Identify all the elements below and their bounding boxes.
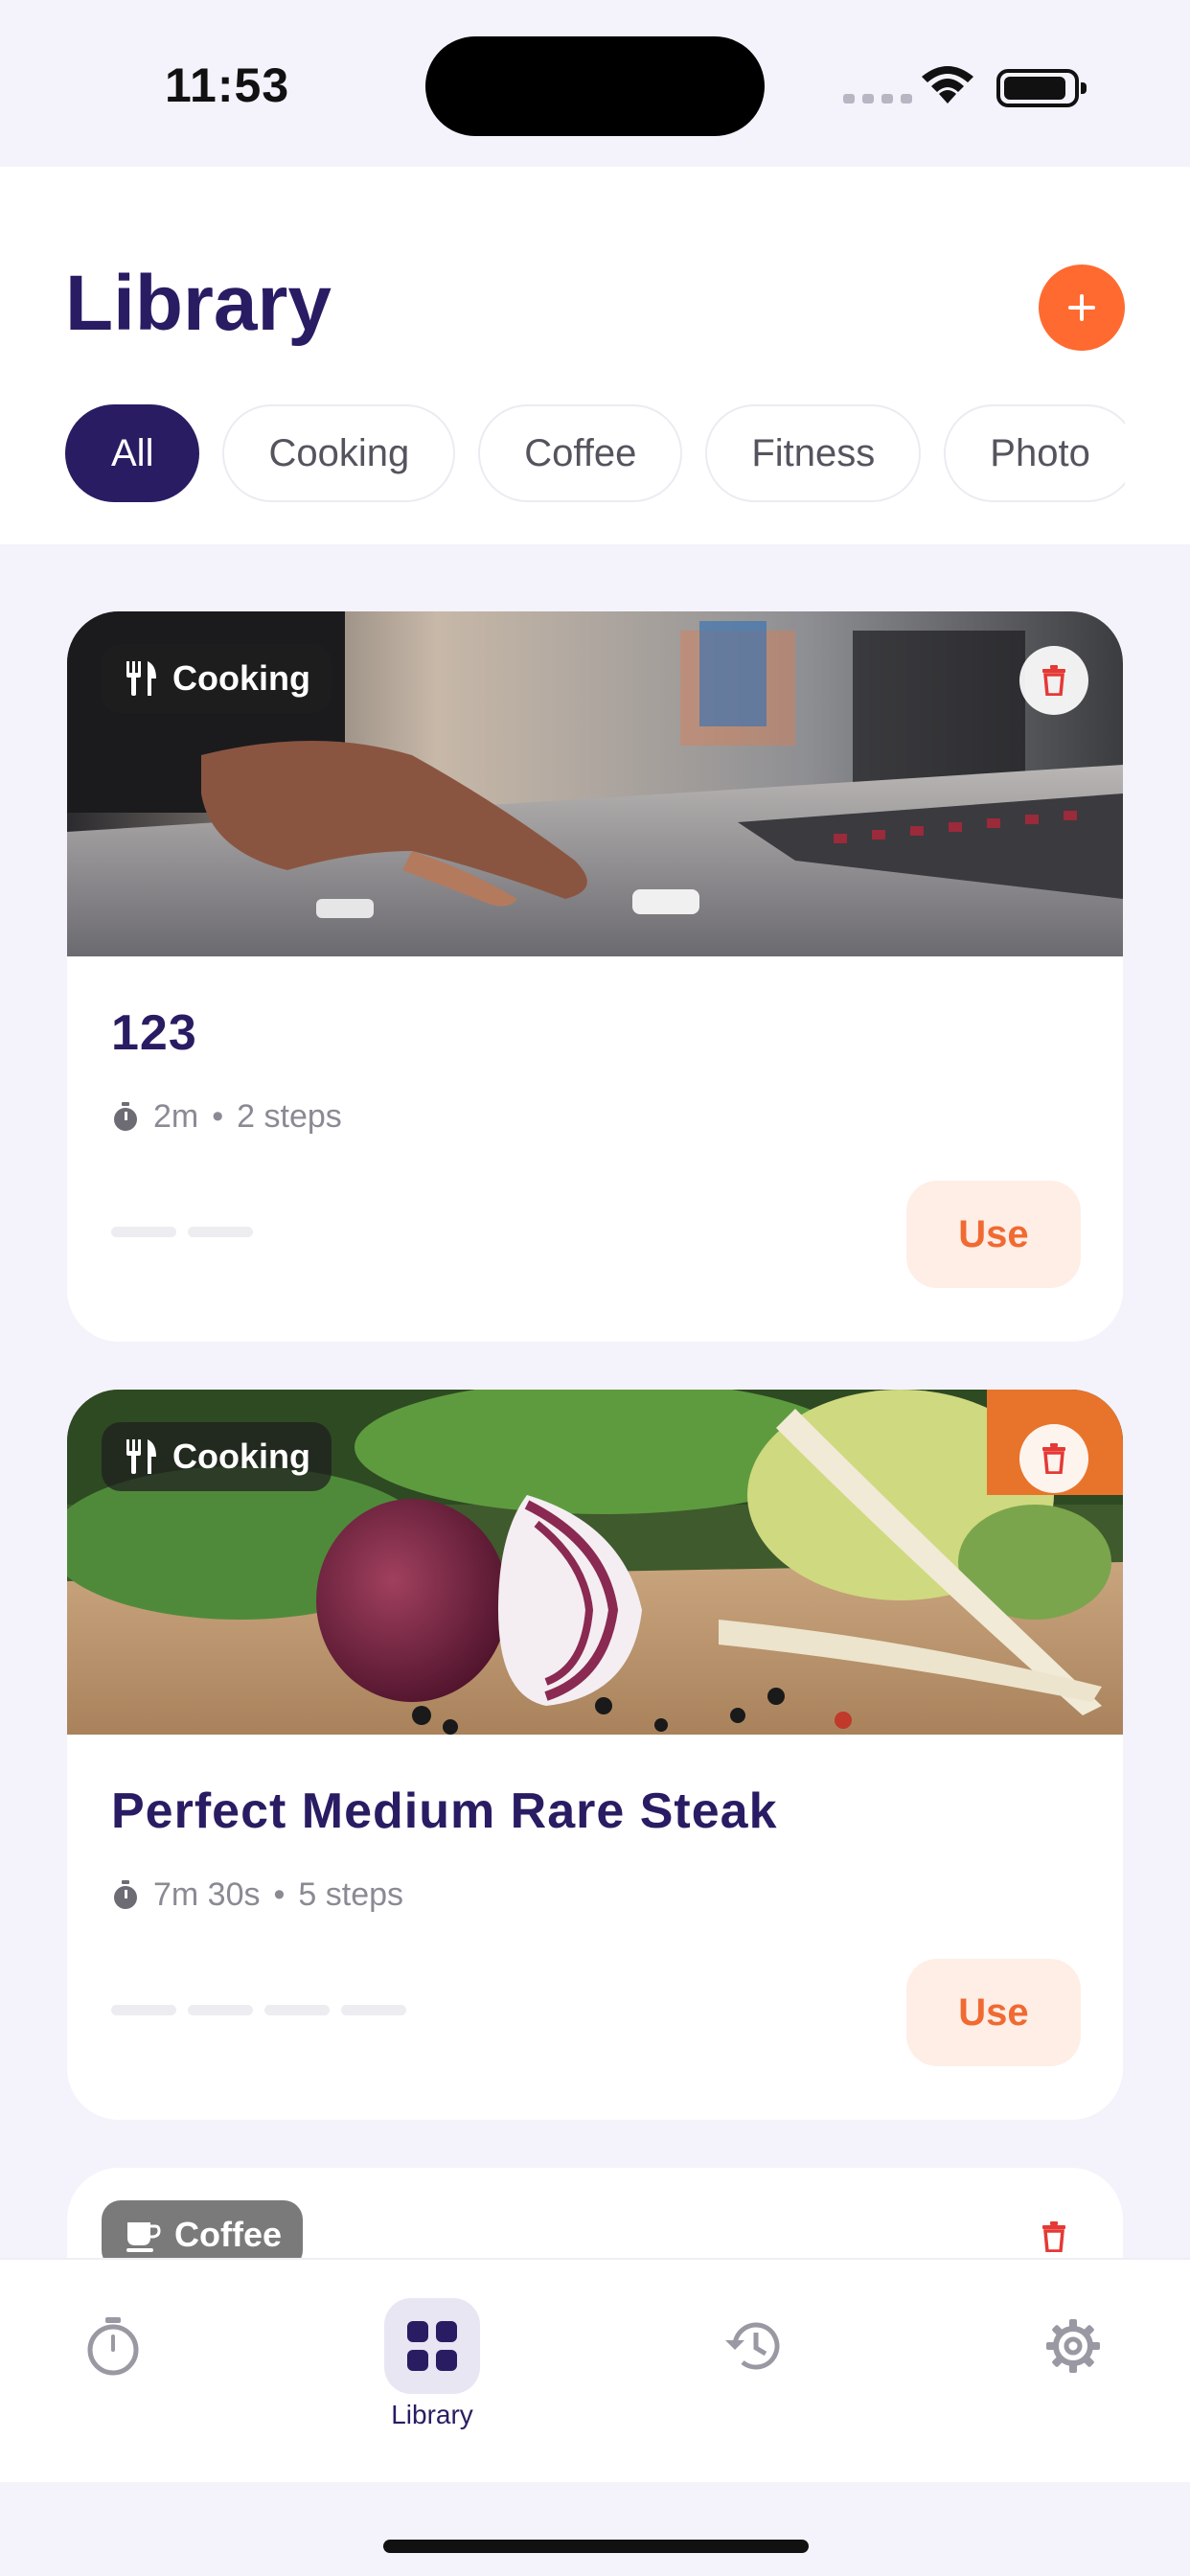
use-button[interactable]: Use [906, 1181, 1081, 1288]
use-button[interactable]: Use [906, 1959, 1081, 2066]
step-bar [188, 2005, 253, 2015]
history-icon [725, 2322, 780, 2370]
filter-chip-all[interactable]: All [65, 404, 200, 502]
tab-bar: Library [0, 2258, 1190, 2482]
category-badge: Cooking [102, 1422, 332, 1491]
grid-icon [407, 2321, 457, 2371]
step-bar [264, 2005, 330, 2015]
meta-separator: • [212, 1098, 224, 1135]
step-bar [188, 1227, 253, 1237]
routine-title: 123 [111, 1005, 197, 1061]
step-indicator [111, 2005, 406, 2015]
battery-icon [996, 69, 1087, 107]
tab-timer[interactable] [56, 2298, 171, 2442]
delete-button[interactable] [1019, 2202, 1088, 2258]
routine-steps: 2 steps [237, 1098, 342, 1135]
delete-button[interactable] [1019, 646, 1088, 715]
routine-card[interactable]: Cooking Perfect Medium Rare Steak 7m 30s… [67, 1390, 1123, 2120]
routine-meta: 7m 30s • 5 steps [111, 1876, 403, 1914]
gear-icon [1046, 2319, 1100, 2373]
fork-knife-icon [126, 1439, 156, 1474]
tab-label: Library [391, 2400, 473, 2429]
filter-chip-fitness[interactable]: Fitness [705, 404, 922, 502]
tab-settings[interactable] [1016, 2298, 1131, 2442]
routine-list[interactable]: Cooking 123 2m • 2 steps Use Cooking Per… [0, 544, 1190, 2258]
card-image-mixing-console: Cooking [67, 611, 1123, 956]
routine-card[interactable]: Coffee [67, 2168, 1123, 2258]
category-badge: Cooking [102, 644, 332, 713]
routine-duration: 7m 30s [153, 1876, 261, 1913]
card-image-vegetables: Cooking [67, 1390, 1123, 1735]
routine-duration: 2m [153, 1098, 199, 1135]
filter-chip-cooking[interactable]: Cooking [222, 404, 456, 502]
category-filter-bar: All Cooking Coffee Fitness Photo [65, 404, 1125, 504]
stopwatch-icon [114, 1879, 137, 1909]
coffee-cup-icon [126, 2222, 161, 2252]
wifi-icon [922, 66, 973, 104]
step-bar [111, 2005, 176, 2015]
home-indicator-area [0, 2482, 1190, 2576]
status-time: 11:53 [165, 58, 290, 112]
step-bar [111, 1227, 176, 1237]
routine-steps: 5 steps [298, 1876, 404, 1913]
trash-icon [1042, 2221, 1065, 2252]
step-bar [341, 2005, 406, 2015]
delete-button[interactable] [1019, 1424, 1088, 1493]
add-button[interactable] [1039, 264, 1125, 351]
dynamic-island [425, 36, 765, 136]
category-badge: Coffee [102, 2200, 304, 2258]
plus-icon [1068, 294, 1095, 321]
tab-library[interactable]: Library [375, 2298, 490, 2442]
timer-icon [87, 2317, 139, 2376]
status-bar: 11:53 [0, 0, 1190, 167]
category-label: Coffee [174, 2215, 283, 2254]
fork-knife-icon [126, 661, 156, 696]
page-title: Library [65, 260, 332, 347]
category-label: Cooking [172, 658, 310, 698]
routine-card[interactable]: Cooking 123 2m • 2 steps Use [67, 611, 1123, 1342]
home-indicator[interactable] [383, 2540, 809, 2553]
step-indicator [111, 1227, 253, 1237]
trash-icon [1042, 665, 1065, 696]
filter-chip-coffee[interactable]: Coffee [478, 404, 683, 502]
stopwatch-icon [114, 1101, 137, 1131]
library-header: Library All Cooking Coffee Fitness Photo [0, 167, 1190, 544]
category-label: Cooking [172, 1437, 310, 1476]
tab-history[interactable] [696, 2298, 811, 2442]
cellular-signal-icon [843, 94, 912, 104]
routine-title: Perfect Medium Rare Steak [111, 1783, 778, 1839]
trash-icon [1042, 1443, 1065, 1474]
routine-meta: 2m • 2 steps [111, 1098, 342, 1136]
meta-separator: • [273, 1876, 286, 1913]
filter-chip-photo[interactable]: Photo [944, 404, 1125, 502]
